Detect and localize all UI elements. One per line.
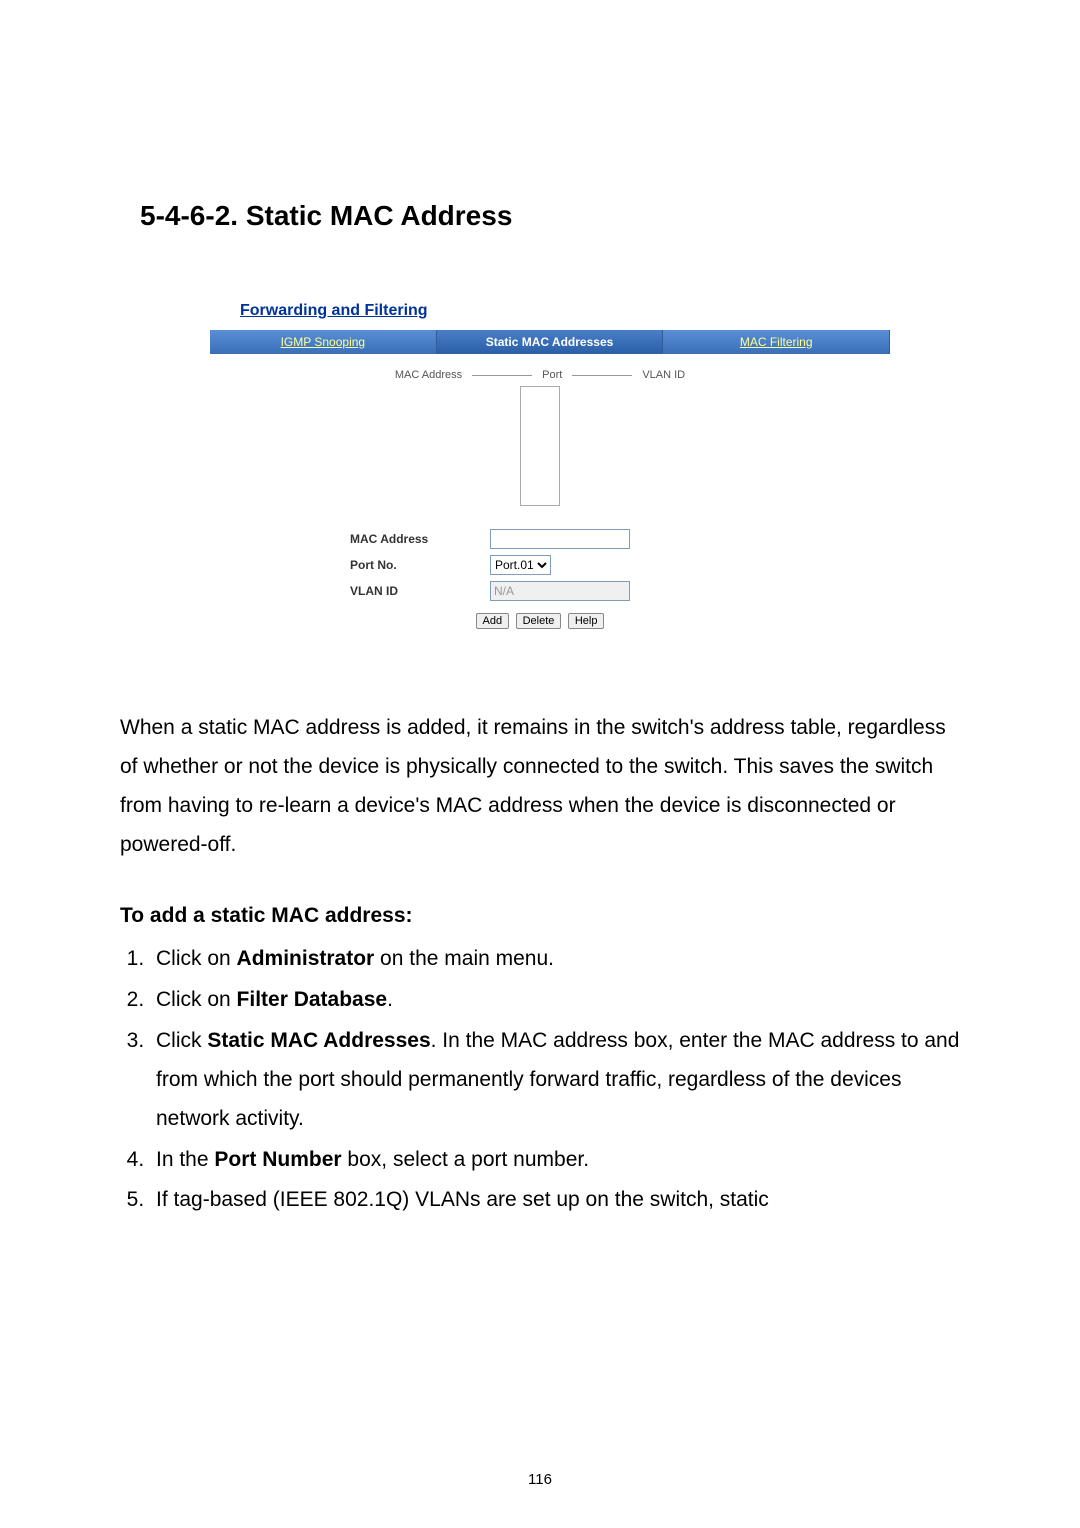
tab-igmp-snooping[interactable]: IGMP Snooping: [210, 330, 437, 354]
step-text: If tag-based (IEEE 802.1Q) VLANs are set…: [156, 1188, 769, 1211]
col-label-port: Port: [542, 369, 562, 381]
col-label-vlan: VLAN ID: [642, 369, 685, 381]
tab-row: IGMP Snooping Static MAC Addresses MAC F…: [210, 330, 890, 354]
step-bold: Administrator: [237, 947, 375, 970]
list-item: Click on Administrator on the main menu.: [150, 940, 960, 979]
button-row: Add Delete Help: [160, 611, 920, 629]
vlan-id-label: VLAN ID: [350, 584, 490, 598]
panel-title: Forwarding and Filtering: [240, 302, 920, 320]
step-bold: Static MAC Addresses: [207, 1029, 430, 1052]
section-heading: 5-4-6-2. Static MAC Address: [140, 200, 960, 232]
port-no-label: Port No.: [350, 558, 490, 572]
vlan-id-input[interactable]: [490, 581, 630, 601]
delete-button[interactable]: Delete: [516, 613, 562, 629]
config-screenshot: Forwarding and Filtering IGMP Snooping S…: [160, 292, 920, 649]
instructions-heading: To add a static MAC address:: [120, 904, 960, 928]
help-button[interactable]: Help: [568, 613, 605, 629]
tab-static-mac[interactable]: Static MAC Addresses: [437, 330, 664, 354]
list-item: Click on Filter Database.: [150, 981, 960, 1020]
step-text: Click on: [156, 947, 237, 970]
divider: [572, 375, 632, 376]
mac-address-label: MAC Address: [350, 532, 490, 546]
step-bold: Filter Database: [237, 988, 388, 1011]
list-item: Click Static MAC Addresses. In the MAC a…: [150, 1022, 960, 1139]
step-text: In the: [156, 1148, 214, 1171]
add-button[interactable]: Add: [476, 613, 510, 629]
step-text: on the main menu.: [374, 947, 554, 970]
col-label-mac: MAC Address: [395, 369, 462, 381]
form-area: MAC Address Port No. Port.01 VLAN ID: [350, 529, 730, 601]
list-area: MAC Address Port VLAN ID: [160, 369, 920, 509]
divider: [472, 375, 532, 376]
step-text: Click on: [156, 988, 237, 1011]
description-paragraph: When a static MAC address is added, it r…: [120, 709, 960, 864]
mac-listbox[interactable]: [520, 386, 560, 506]
mac-address-input[interactable]: [490, 529, 630, 549]
step-text: Click: [156, 1029, 207, 1052]
step-text: box, select a port number.: [342, 1148, 589, 1171]
step-text: .: [387, 988, 393, 1011]
step-bold: Port Number: [214, 1148, 341, 1171]
list-item: If tag-based (IEEE 802.1Q) VLANs are set…: [150, 1181, 960, 1220]
instructions-list: Click on Administrator on the main menu.…: [120, 940, 960, 1220]
page-number: 116: [0, 1471, 1080, 1488]
list-item: In the Port Number box, select a port nu…: [150, 1141, 960, 1180]
port-no-select[interactable]: Port.01: [490, 555, 551, 575]
tab-mac-filtering[interactable]: MAC Filtering: [663, 330, 890, 354]
